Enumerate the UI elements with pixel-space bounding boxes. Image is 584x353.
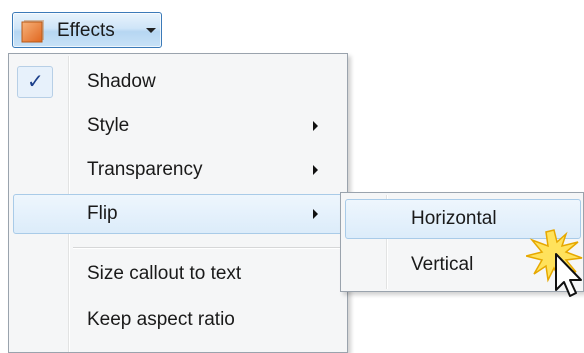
menu-item-label: Size callout to text: [87, 263, 242, 284]
check-indicator: ✓: [17, 66, 53, 98]
click-burst-icon: [526, 229, 583, 297]
effects-menu: ✓ Shadow Style Transparency Flip Size ca…: [8, 53, 348, 353]
menu-item-keep-aspect-ratio[interactable]: Keep aspect ratio: [13, 300, 345, 340]
effects-label: Effects: [57, 20, 115, 41]
menu-separator: [73, 247, 343, 249]
menu-item-transparency[interactable]: Transparency: [13, 150, 345, 190]
submenu-item-label: Horizontal: [411, 208, 497, 229]
menu-item-shadow[interactable]: ✓ Shadow: [13, 62, 345, 102]
checkmark-icon: ✓: [27, 69, 44, 93]
menu-item-label: Shadow: [87, 71, 156, 92]
menu-item-style[interactable]: Style: [13, 106, 345, 146]
menu-item-label: Flip: [87, 203, 118, 224]
menu-item-size-callout-to-text[interactable]: Size callout to text: [13, 254, 345, 294]
submenu-item-label: Vertical: [411, 254, 474, 275]
menu-item-label: Style: [87, 115, 130, 136]
submenu-arrow-icon: [313, 121, 318, 131]
effects-icon: [21, 20, 44, 43]
menu-item-flip[interactable]: Flip: [13, 194, 345, 234]
chevron-down-icon: [146, 28, 156, 33]
submenu-arrow-icon: [313, 165, 318, 175]
submenu-arrow-icon: [313, 209, 318, 219]
menu-item-label: Keep aspect ratio: [87, 309, 235, 330]
effects-button[interactable]: Effects: [12, 12, 162, 48]
menu-item-label: Transparency: [87, 159, 203, 180]
